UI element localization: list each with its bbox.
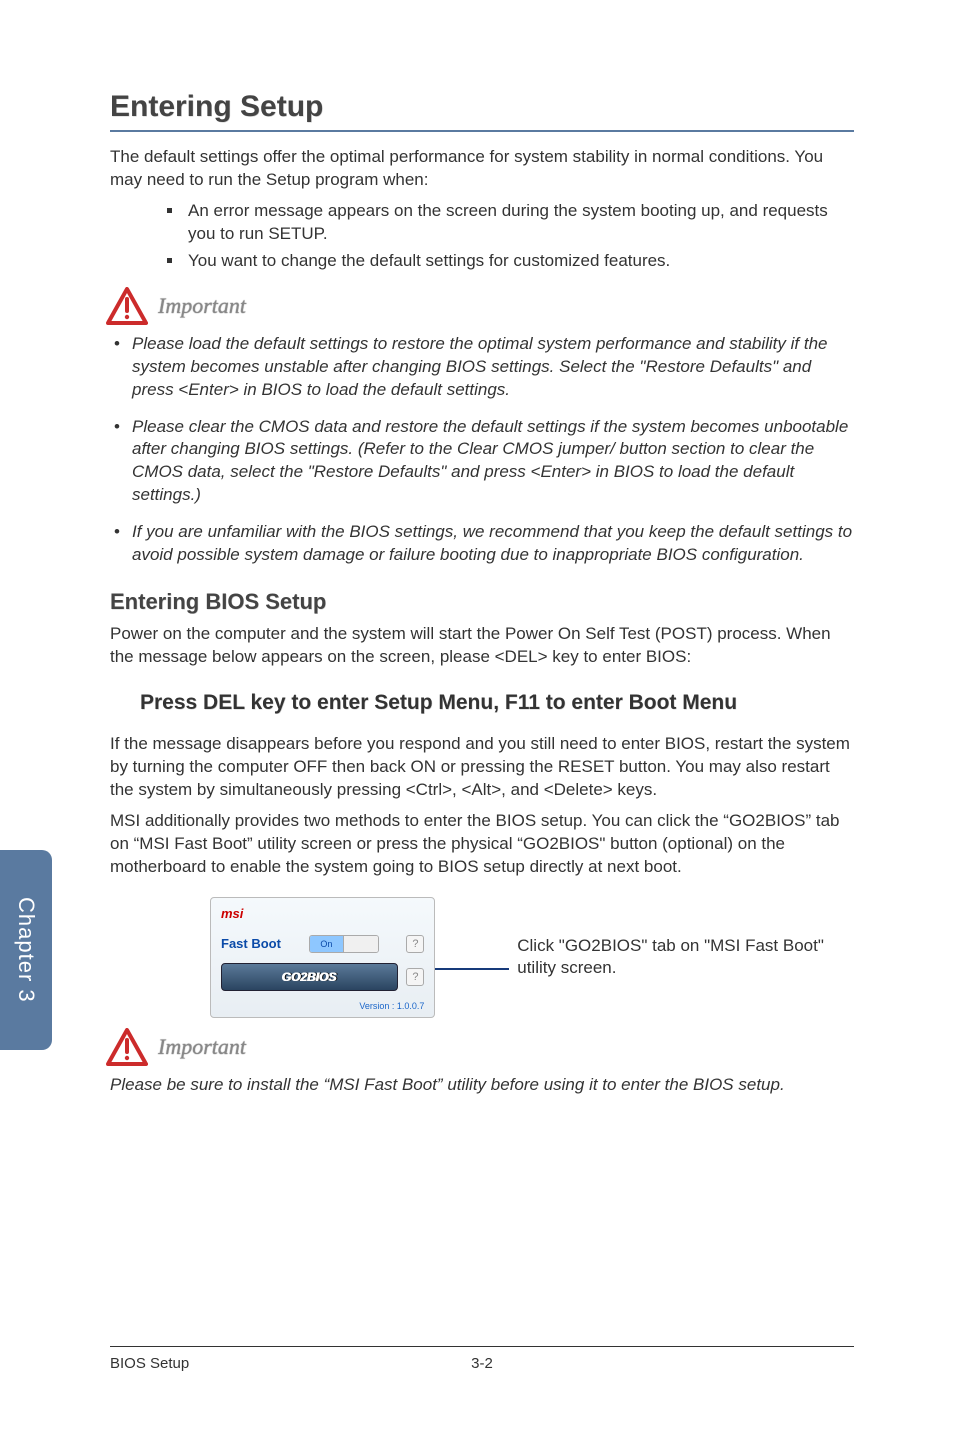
intro-bullet-list: An error message appears on the screen d… (110, 200, 854, 273)
final-note: Please be sure to install the “MSI Fast … (110, 1074, 854, 1097)
callout-text: Click "GO2BIOS" tab on "MSI Fast Boot" u… (517, 935, 854, 979)
important-callout: Important (106, 287, 854, 325)
callout-line (435, 968, 509, 970)
page-footer: BIOS Setup 3-2 (110, 1346, 854, 1372)
list-item: If you are unfamiliar with the BIOS sett… (110, 521, 854, 567)
important-bullet-list: Please load the default settings to rest… (110, 333, 854, 567)
version-label: Version : 1.0.0.7 (221, 1001, 424, 1011)
warning-icon (106, 1028, 148, 1066)
fastboot-utility-window: msi Fast Boot On ? GO2BIOS ? Version : 1… (210, 897, 435, 1018)
help-icon[interactable]: ? (406, 968, 424, 986)
chapter-side-tab: Chapter 3 (0, 850, 52, 1050)
subheading: Entering BIOS Setup (110, 589, 854, 615)
footer-page-number: 3-2 (358, 1355, 606, 1372)
footer-section: BIOS Setup (110, 1355, 358, 1372)
go2bios-button[interactable]: GO2BIOS (221, 963, 398, 991)
help-icon[interactable]: ? (406, 935, 424, 953)
chapter-side-tab-label: Chapter 3 (13, 897, 39, 1003)
fast-boot-label: Fast Boot (221, 936, 281, 951)
list-item: You want to change the default settings … (184, 250, 854, 273)
warning-icon (106, 287, 148, 325)
list-item: Please load the default settings to rest… (110, 333, 854, 402)
post-paragraph: Power on the computer and the system wil… (110, 623, 854, 669)
after-press-paragraph-2: MSI additionally provides two methods to… (110, 810, 854, 879)
fastboot-figure: msi Fast Boot On ? GO2BIOS ? Version : 1… (210, 897, 854, 1018)
important-label: Important (158, 1034, 246, 1060)
important-callout: Important (106, 1028, 854, 1066)
page-title: Entering Setup (110, 90, 854, 132)
toggle-off (343, 936, 378, 952)
press-del-line: Press DEL key to enter Setup Menu, F11 t… (140, 691, 854, 715)
list-item: An error message appears on the screen d… (184, 200, 854, 246)
after-press-paragraph-1: If the message disappears before you res… (110, 733, 854, 802)
toggle-on: On (310, 936, 344, 952)
important-label: Important (158, 293, 246, 319)
fast-boot-toggle[interactable]: On (309, 935, 379, 953)
list-item: Please clear the CMOS data and restore t… (110, 416, 854, 508)
msi-brand-logo: msi (221, 906, 424, 921)
intro-paragraph: The default settings offer the optimal p… (110, 146, 854, 192)
